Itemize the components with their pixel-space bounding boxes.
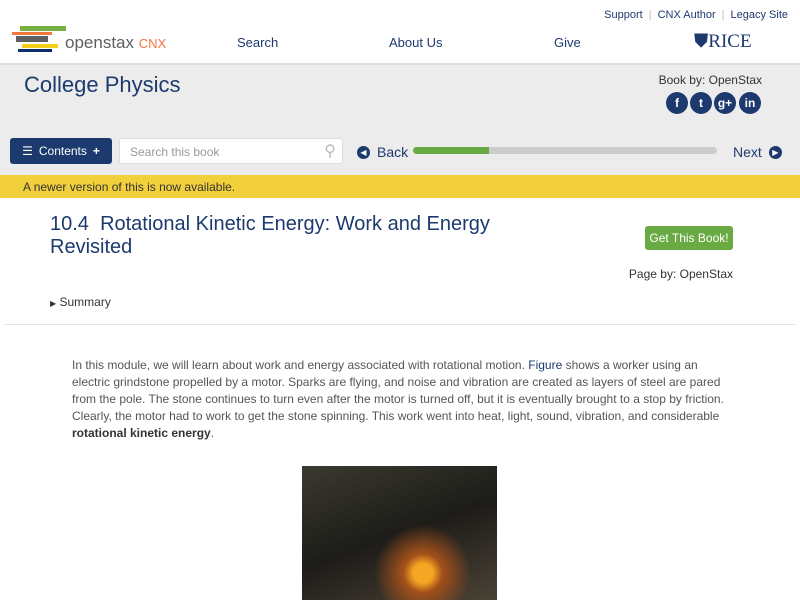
linkedin-icon[interactable]: in [739, 92, 761, 114]
support-link[interactable]: Support [604, 9, 643, 21]
back-button[interactable]: ◀ Back [357, 144, 408, 160]
next-button[interactable]: Next ▶ [733, 144, 782, 160]
nav-about-us[interactable]: About Us [389, 35, 442, 50]
nav-search[interactable]: Search [237, 35, 278, 50]
book-by: Book by: OpenStax [658, 73, 762, 87]
logo-text: openstax CNX [65, 33, 167, 52]
google-plus-icon[interactable]: g+ [714, 92, 736, 114]
get-this-book-button[interactable]: Get This Book! [645, 226, 733, 250]
legacy-site-link[interactable]: Legacy Site [731, 9, 788, 21]
summary-toggle[interactable]: ▶ Summary [50, 295, 111, 309]
grindstone-worker-photo [302, 466, 497, 600]
intro-paragraph: In this module, we will learn about work… [72, 358, 724, 440]
facebook-icon[interactable]: f [666, 92, 688, 114]
progress-fill [413, 147, 489, 154]
book-title: College Physics [24, 72, 181, 97]
twitter-icon[interactable]: t [690, 92, 712, 114]
module-title: 10.4 Rotational Kinetic Energy: Work and… [50, 213, 490, 258]
nav-give[interactable]: Give [554, 35, 581, 50]
plus-icon: + [92, 144, 100, 158]
divider [5, 324, 795, 325]
list-icon: ☰ [22, 144, 33, 158]
cnx-author-link[interactable]: CNX Author [658, 9, 716, 21]
chevron-left-icon: ◀ [357, 145, 370, 159]
progress-bar [413, 147, 717, 154]
shield-icon: ⛊ [694, 31, 709, 52]
triangle-right-icon: ▶ [50, 299, 57, 308]
rice-logo[interactable]: ⛊RICE [694, 31, 752, 53]
page-by: Page by: OpenStax [628, 267, 733, 281]
contents-button[interactable]: ☰ Contents + [10, 138, 112, 164]
chevron-right-icon: ▶ [768, 145, 782, 159]
figure-link[interactable]: Figure [528, 358, 562, 372]
newer-version-link[interactable]: newer version [34, 180, 109, 194]
search-icon: ⚲ [324, 143, 336, 160]
openstax-logo[interactable] [12, 26, 66, 52]
newer-version-banner: A newer version of this is now available… [0, 175, 800, 198]
top-links: Support | CNX Author | Legacy Site [604, 9, 788, 21]
search-input[interactable]: Search this book ⚲ [119, 138, 343, 164]
